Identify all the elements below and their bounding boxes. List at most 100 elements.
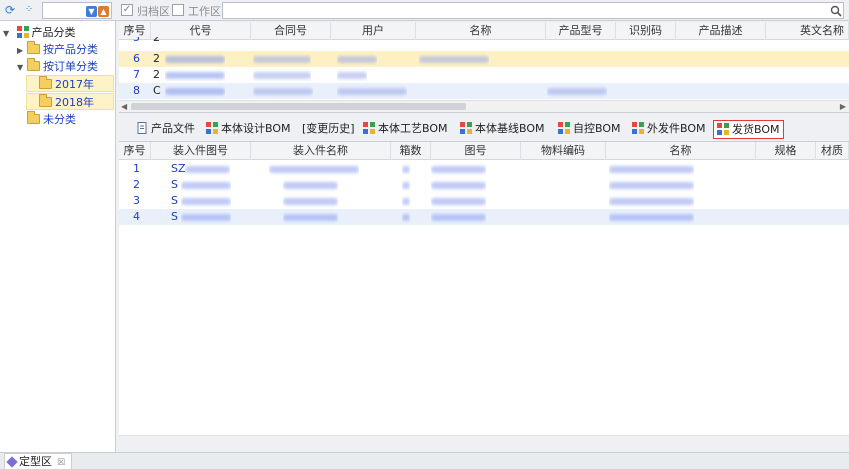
tree-node-product-category[interactable]: ▼ 产品分类 bbox=[3, 24, 76, 41]
tab-label: 本体工艺BOM bbox=[378, 122, 448, 135]
tree-node-by-order[interactable]: ▼ 按订单分类 bbox=[17, 58, 98, 75]
category-grid-icon bbox=[16, 26, 29, 38]
col-header[interactable]: 图号 bbox=[431, 142, 521, 160]
col-header[interactable]: 序号 bbox=[119, 142, 151, 160]
col-header[interactable]: 规格 bbox=[756, 142, 816, 160]
table-row[interactable]: 7 2 bbox=[119, 67, 849, 83]
table-row[interactable]: 2 S bbox=[119, 177, 849, 193]
folder-icon bbox=[39, 94, 52, 107]
archive-label: 归档区 bbox=[137, 5, 170, 18]
row-number: 6 bbox=[133, 52, 140, 65]
category-tree: ▼ 产品分类 ▶ 按产品分类 ▼ 按订单分类 2017年 2018年 未分类 bbox=[0, 21, 116, 452]
bom-icon bbox=[206, 122, 218, 134]
tree-node-label: 2017年 bbox=[55, 78, 94, 91]
tree-node-by-product[interactable]: ▶ 按产品分类 bbox=[17, 41, 98, 58]
scroll-thumb[interactable] bbox=[131, 103, 466, 110]
folder-icon bbox=[27, 58, 40, 71]
archive-checkbox[interactable]: ✓ bbox=[121, 4, 133, 16]
row-code: C bbox=[153, 84, 161, 97]
shipping-bom-grid: 序号 装入件图号 装入件名称 箱数 图号 物料编码 名称 规格 材质 1 SZ … bbox=[119, 142, 849, 438]
row-number: 7 bbox=[133, 68, 140, 81]
row-code: 2 bbox=[153, 68, 160, 81]
table-row[interactable]: 6 2 bbox=[119, 51, 849, 67]
work-label: 工作区 bbox=[188, 5, 221, 18]
row-number: 4 bbox=[133, 210, 140, 223]
collapse-up-icon[interactable]: ▲ bbox=[98, 6, 109, 17]
row-number: 1 bbox=[133, 162, 140, 175]
collapsed-arrow-icon[interactable]: ▶ bbox=[17, 42, 27, 59]
tab-finalized-area[interactable]: 定型区 ☒ bbox=[4, 453, 73, 469]
col-header[interactable]: 箱数 bbox=[391, 142, 431, 160]
tab-label: 本体设计BOM bbox=[221, 122, 291, 135]
product-grid: 序号 代号 合同号 用户 名称 产品型号 识别码 产品描述 英文名称 5 2 6… bbox=[119, 22, 849, 113]
tab-body-baseline-bom[interactable]: 本体基线BOM bbox=[457, 120, 548, 139]
tab-product-files[interactable]: 产品文件 bbox=[133, 120, 198, 139]
row-part-number: S bbox=[171, 194, 178, 207]
table-row[interactable]: 1 SZ bbox=[119, 161, 849, 177]
tab-shipping-bom[interactable]: 发货BOM bbox=[713, 120, 784, 139]
row-number: 5 bbox=[133, 37, 140, 44]
scroll-left-icon[interactable]: ◀ bbox=[121, 436, 127, 438]
bom-grid-header: 序号 装入件图号 装入件名称 箱数 图号 物料编码 名称 规格 材质 bbox=[119, 142, 849, 160]
expand-arrow-icon[interactable]: ▼ bbox=[3, 25, 13, 42]
table-row[interactable]: 8 C bbox=[119, 83, 849, 99]
search-icon[interactable] bbox=[830, 5, 842, 17]
scroll-right-icon[interactable]: ▶ bbox=[840, 101, 846, 112]
tab-self-control-bom[interactable]: 自控BOM bbox=[555, 120, 624, 139]
bom-icon bbox=[460, 122, 472, 134]
tree-node-2017[interactable]: 2017年 bbox=[26, 75, 114, 92]
tree-node-label: 产品分类 bbox=[31, 26, 76, 39]
expand-down-icon[interactable]: ▼ bbox=[86, 6, 97, 17]
tree-options-icon[interactable]: ⁘ bbox=[22, 3, 36, 17]
close-icon[interactable]: ☒ bbox=[57, 458, 65, 468]
tree-node-label: 按订单分类 bbox=[43, 60, 98, 73]
row-number: 8 bbox=[133, 84, 140, 97]
table-row[interactable]: 3 S bbox=[119, 193, 849, 209]
bom-icon bbox=[363, 122, 375, 134]
top-toolbar: ⟳ ⁘ ▼ ▲ ✓ 归档区 工作区 bbox=[0, 0, 849, 21]
row-part-number: S bbox=[171, 178, 178, 191]
tab-label: 外发件BOM bbox=[647, 122, 706, 135]
tab-label: 发货BOM bbox=[732, 123, 780, 136]
tree-search-input[interactable]: ▼ ▲ bbox=[42, 2, 112, 19]
row-part-number: S bbox=[171, 210, 178, 223]
bom-tab-bar: 产品文件 本体设计BOM [变更历史] 本体工艺BOM 本体基线BOM 自控BO… bbox=[119, 118, 849, 142]
tree-node-label: 按产品分类 bbox=[43, 43, 98, 56]
bom-icon bbox=[632, 122, 644, 134]
bom-icon bbox=[558, 122, 570, 134]
col-header[interactable]: 材质 bbox=[816, 142, 849, 160]
folder-icon bbox=[27, 111, 40, 124]
tab-outsourced-bom[interactable]: 外发件BOM bbox=[629, 120, 709, 139]
col-header[interactable]: 装入件图号 bbox=[151, 142, 251, 160]
horizontal-scrollbar[interactable]: ◀ bbox=[119, 435, 849, 438]
bom-icon bbox=[717, 123, 729, 135]
tab-label: 自控BOM bbox=[573, 122, 621, 135]
tree-node-uncategorized[interactable]: 未分类 bbox=[27, 111, 76, 128]
tab-label: 产品文件 bbox=[151, 122, 195, 135]
row-number: 2 bbox=[133, 178, 140, 191]
tab-body-design-bom[interactable]: 本体设计BOM bbox=[203, 120, 294, 139]
folder-icon bbox=[39, 76, 52, 89]
refresh-icon[interactable]: ⟳ bbox=[3, 3, 17, 17]
tab-label: 定型区 bbox=[19, 455, 52, 468]
expand-arrow-icon[interactable]: ▼ bbox=[17, 59, 27, 76]
tab-label: [变更历史] bbox=[302, 122, 355, 135]
row-code: 2 bbox=[153, 37, 160, 44]
table-row[interactable]: 4 S bbox=[119, 209, 849, 225]
tab-change-history[interactable]: [变更历史] bbox=[299, 120, 358, 139]
col-header[interactable]: 名称 bbox=[606, 142, 756, 160]
col-header[interactable]: 装入件名称 bbox=[251, 142, 391, 160]
row-number: 3 bbox=[133, 194, 140, 207]
main-search-input[interactable] bbox=[222, 2, 844, 19]
row-code: 2 bbox=[153, 52, 160, 65]
scroll-left-icon[interactable]: ◀ bbox=[121, 101, 127, 112]
tab-label: 本体基线BOM bbox=[475, 122, 545, 135]
row-part-number: SZ bbox=[171, 162, 186, 175]
table-row[interactable]: 5 2 bbox=[119, 37, 849, 46]
tab-body-process-bom[interactable]: 本体工艺BOM bbox=[360, 120, 451, 139]
tree-node-2018[interactable]: 2018年 bbox=[26, 93, 114, 110]
work-checkbox[interactable] bbox=[172, 4, 184, 16]
tree-node-label: 未分类 bbox=[43, 113, 76, 126]
col-header[interactable]: 物料编码 bbox=[521, 142, 606, 160]
horizontal-scrollbar[interactable]: ◀ ▶ bbox=[119, 100, 849, 112]
